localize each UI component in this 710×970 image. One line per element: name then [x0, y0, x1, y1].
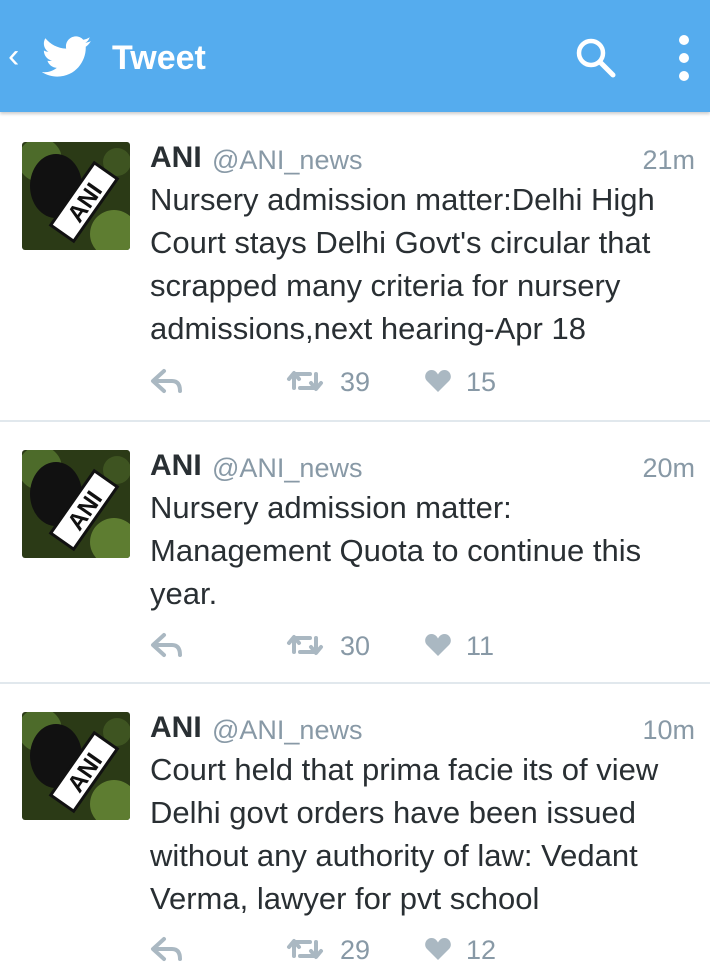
tweet-feed: ANI ANI @ANI_news 21m Nursery admission … [0, 114, 710, 965]
like-count: 15 [466, 367, 497, 397]
heart-icon[interactable] [424, 936, 452, 962]
retweet-icon[interactable] [286, 630, 324, 660]
reply-icon[interactable] [150, 630, 184, 660]
retweet-count: 29 [340, 935, 371, 965]
retweet-count: 30 [340, 631, 371, 661]
more-vertical-icon[interactable] [674, 34, 694, 82]
top-app-bar: ‹ Tweet [0, 0, 710, 112]
heart-icon[interactable] [424, 632, 452, 658]
author-handle[interactable]: @ANI_news [212, 710, 362, 750]
avatar[interactable]: ANI [22, 450, 130, 558]
search-icon[interactable] [572, 34, 618, 80]
tweet-header: ANI @ANI_news 20m [150, 446, 695, 486]
author-name[interactable]: ANI [150, 446, 202, 486]
heart-icon[interactable] [424, 368, 452, 394]
reply-icon[interactable] [150, 934, 184, 964]
tweet-header: ANI @ANI_news 10m [150, 708, 695, 748]
twitter-bird-icon[interactable] [42, 36, 92, 78]
tweet-timestamp: 21m [642, 145, 695, 175]
retweet-count: 39 [340, 367, 371, 397]
tweet-timestamp: 20m [642, 453, 695, 483]
tweet-timestamp: 10m [642, 715, 695, 745]
tweet-text: Nursery admission matter:Delhi High Cour… [150, 182, 655, 346]
author-handle[interactable]: @ANI_news [212, 448, 362, 488]
tweet-actions: 30 11 [150, 626, 698, 666]
author-name[interactable]: ANI [150, 708, 202, 748]
tweet-item[interactable]: ANI ANI @ANI_news 10m Court held that pr… [0, 684, 710, 965]
tweet-item[interactable]: ANI ANI @ANI_news 21m Nursery admission … [0, 114, 710, 422]
tweet-text: Court held that prima facie its of view … [150, 752, 659, 916]
tweet-actions: 39 15 [150, 362, 698, 402]
page-title: Tweet [112, 39, 206, 77]
avatar[interactable]: ANI [22, 712, 130, 820]
retweet-icon[interactable] [286, 934, 324, 964]
reply-icon[interactable] [150, 366, 184, 396]
like-count: 12 [466, 935, 497, 965]
retweet-icon[interactable] [286, 366, 324, 396]
back-chevron-icon[interactable]: ‹ [8, 36, 28, 76]
like-count: 11 [466, 631, 495, 661]
tweet-item[interactable]: ANI ANI @ANI_news 20m Nursery admission … [0, 422, 710, 684]
author-name[interactable]: ANI [150, 138, 202, 178]
tweet-text: Nursery admission matter: Management Quo… [150, 490, 642, 611]
author-handle[interactable]: @ANI_news [212, 140, 362, 180]
avatar[interactable]: ANI [22, 142, 130, 250]
tweet-header: ANI @ANI_news 21m [150, 138, 695, 178]
tweet-actions: 29 12 [150, 930, 698, 970]
